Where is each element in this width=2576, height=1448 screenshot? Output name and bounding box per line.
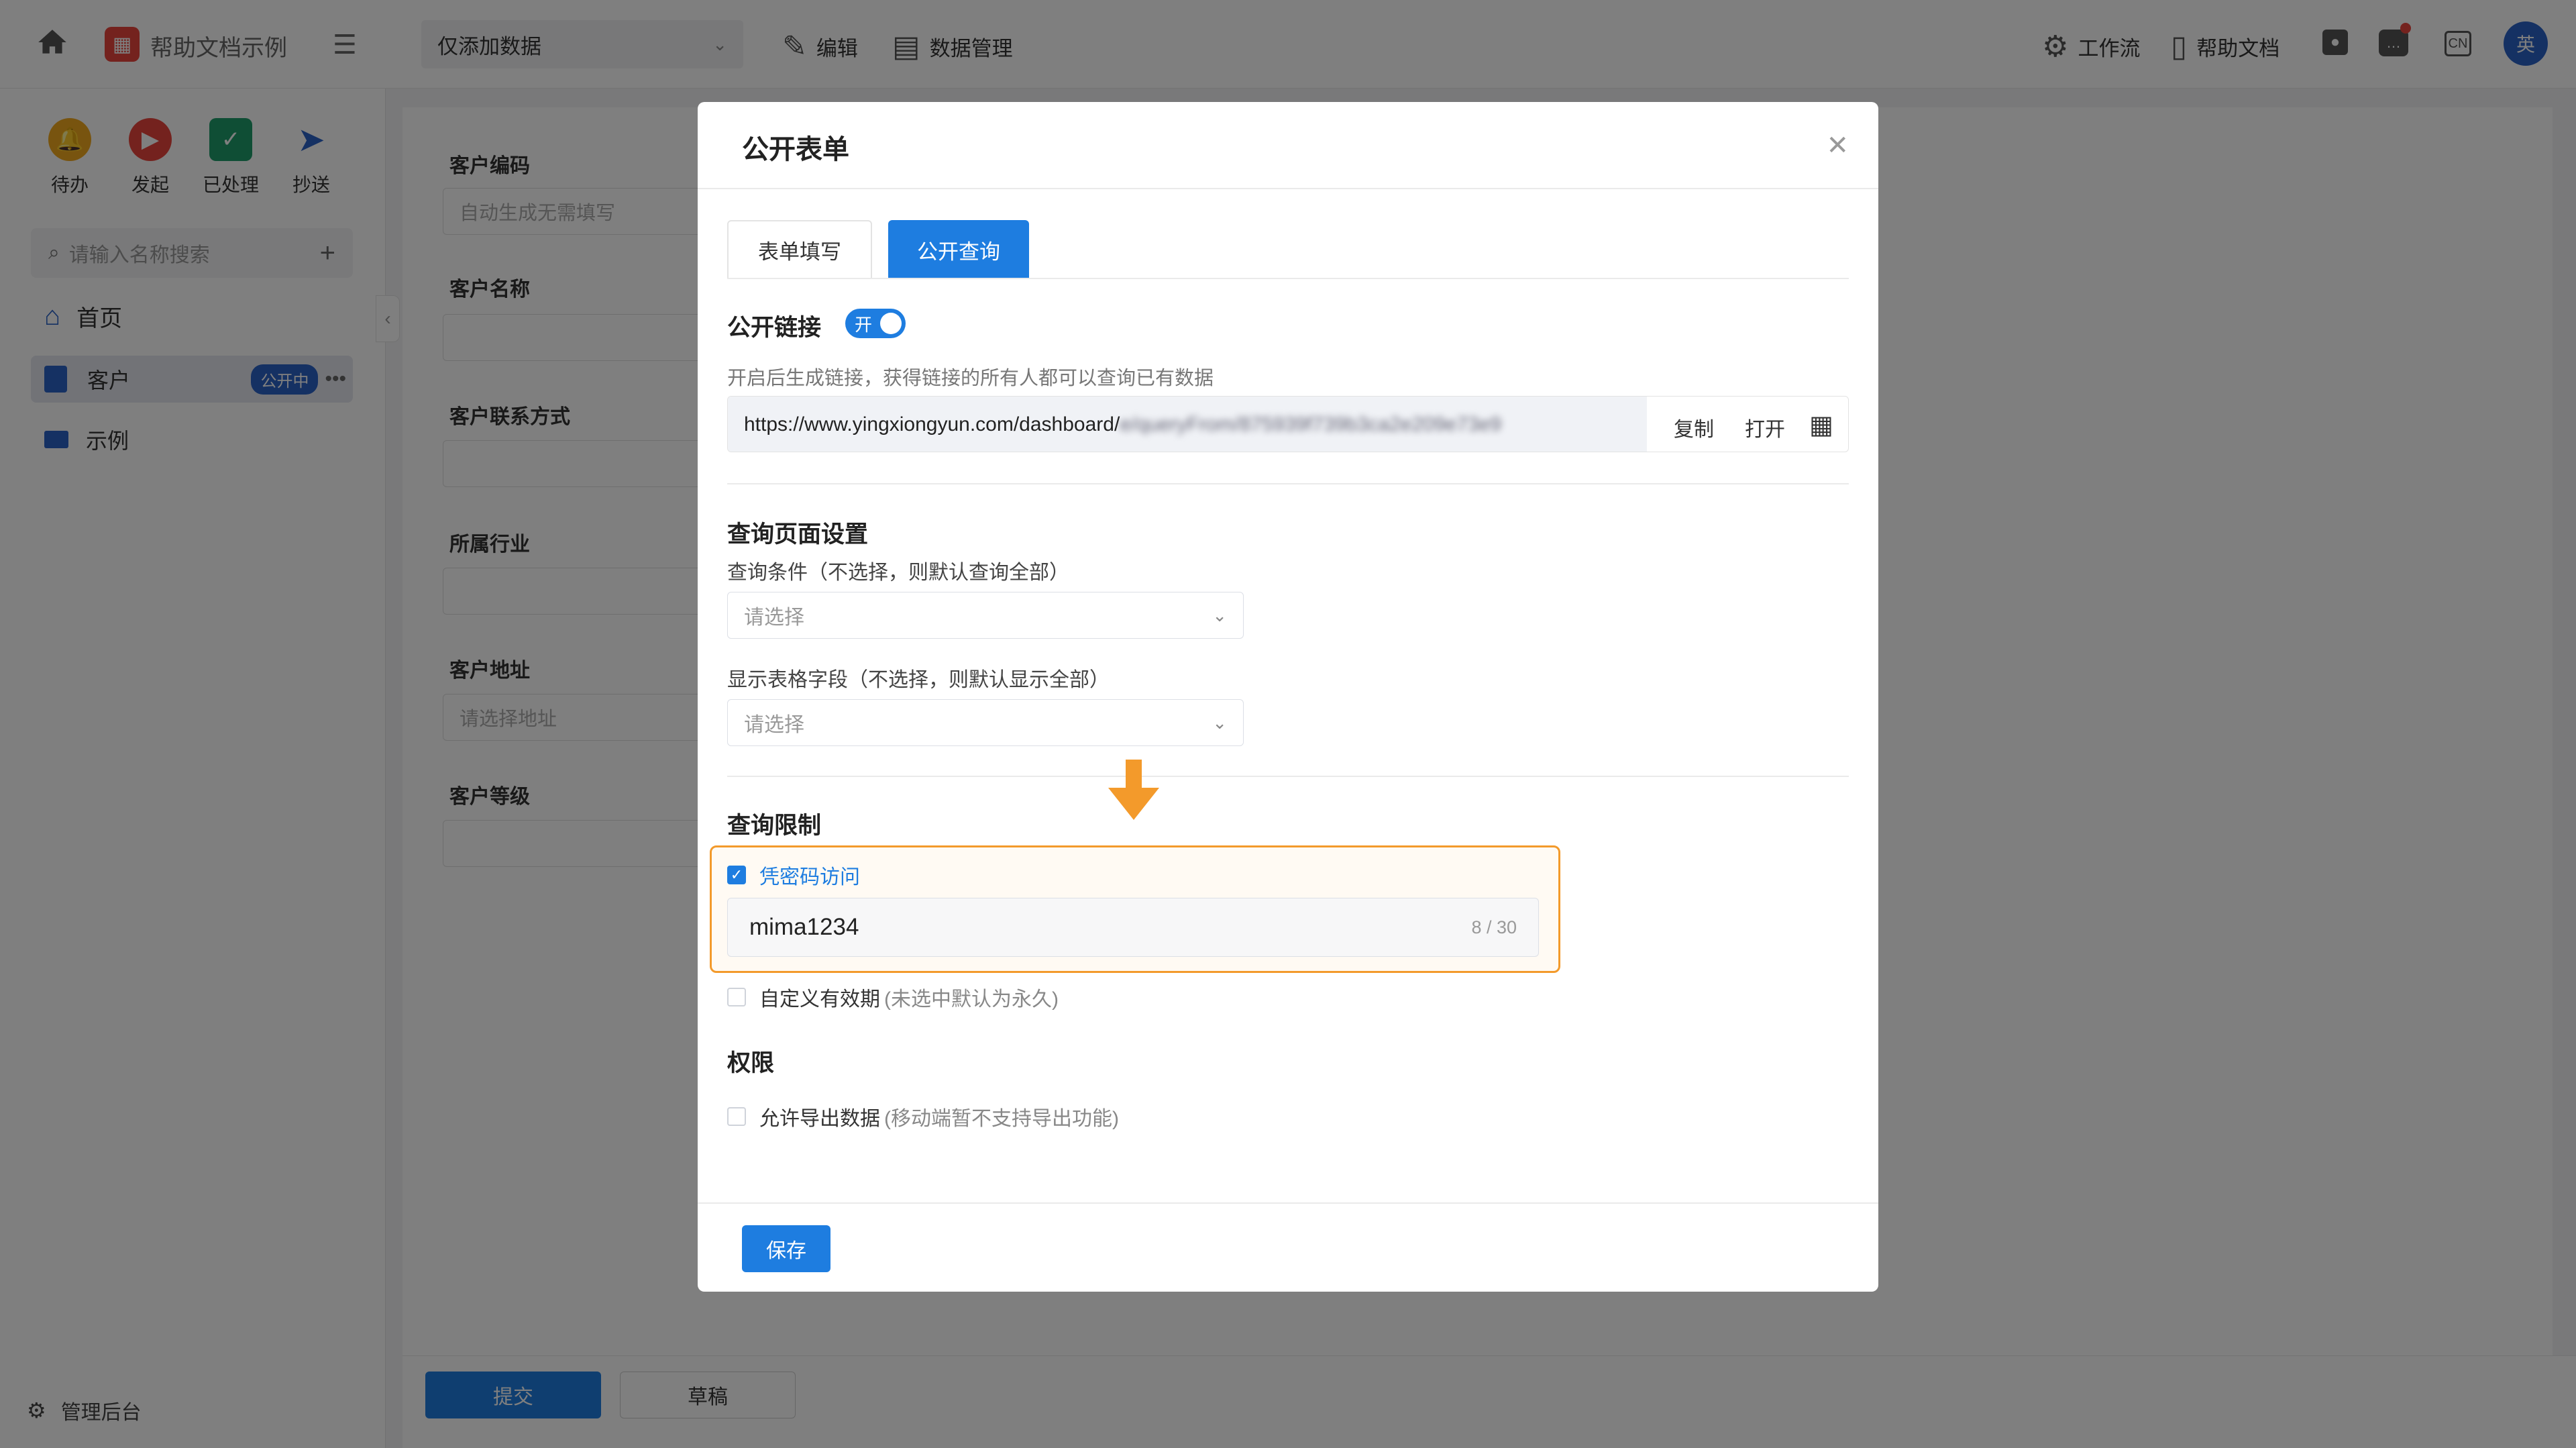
tab-public-query[interactable]: 公开查询 xyxy=(888,220,1029,279)
dialog-title: 公开表单 xyxy=(742,135,849,164)
divider xyxy=(698,188,1878,189)
chevron-down-icon: ⌄ xyxy=(1212,605,1227,625)
save-button[interactable]: 保存 xyxy=(742,1225,830,1272)
open-button[interactable]: 打开 xyxy=(1745,413,1785,442)
query-condition-select[interactable]: 请选择 ⌄ xyxy=(727,592,1244,639)
display-fields-label: 显示表格字段（不选择，则默认显示全部） xyxy=(727,669,1110,691)
chevron-down-icon: ⌄ xyxy=(1212,712,1227,733)
link-box: https://www.yingxiongyun.com/dashboard/ … xyxy=(727,396,1849,452)
checkbox-label: 自定义有效期 xyxy=(759,988,880,1011)
checkbox-checked: ✓ xyxy=(727,866,746,884)
checkbox-hint: (未选中默认为永久) xyxy=(884,988,1059,1011)
link-url-blurred: e/queryFrom/875939f739b3ca2e209e73e9 xyxy=(1120,413,1502,435)
copy-button[interactable]: 复制 xyxy=(1674,413,1714,442)
query-condition-label: 查询条件（不选择，则默认查询全部） xyxy=(727,562,1069,584)
password-input[interactable]: mima1234 8 / 30 xyxy=(727,898,1539,957)
custom-validity-checkbox[interactable]: 自定义有效期 (未选中默认为永久) xyxy=(727,982,1059,1012)
public-link-title: 公开链接 xyxy=(727,315,822,341)
permissions-title: 权限 xyxy=(727,1050,775,1076)
public-link-toggle[interactable]: 开 xyxy=(845,309,906,338)
checkbox-hint: (移动端暂不支持导出功能) xyxy=(884,1108,1119,1130)
password-access-checkbox[interactable]: ✓ 凭密码访问 xyxy=(727,860,860,890)
close-icon[interactable]: ✕ xyxy=(1826,130,1849,161)
checkbox-label: 允许导出数据 xyxy=(759,1108,880,1130)
qrcode-icon[interactable]: ▦ xyxy=(1809,410,1833,440)
link-url-text: https://www.yingxiongyun.com/dashboard/ xyxy=(744,413,1120,435)
display-fields-select[interactable]: 请选择 ⌄ xyxy=(727,699,1244,746)
arrow-down-icon xyxy=(1108,760,1159,820)
tab-form-fill[interactable]: 表单填写 xyxy=(727,220,872,279)
password-value: mima1234 xyxy=(749,914,859,940)
divider xyxy=(727,776,1849,777)
allow-export-checkbox[interactable]: 允许导出数据 (移动端暂不支持导出功能) xyxy=(727,1102,1119,1131)
divider xyxy=(698,1202,1878,1204)
toggle-knob xyxy=(880,313,902,334)
query-settings-title: 查询页面设置 xyxy=(727,521,869,548)
select-placeholder: 请选择 xyxy=(744,714,804,736)
divider xyxy=(727,483,1849,484)
public-form-dialog: 公开表单 ✕ 表单填写 公开查询 公开链接 开 开启后生成链接，获得链接的所有人… xyxy=(698,102,1878,1292)
query-limit-title: 查询限制 xyxy=(727,813,822,839)
select-placeholder: 请选择 xyxy=(744,607,804,629)
divider xyxy=(727,278,1849,279)
link-description: 开启后生成链接，获得链接的所有人都可以查询已有数据 xyxy=(727,368,1214,389)
checkbox-unchecked xyxy=(727,988,746,1006)
checkbox-unchecked xyxy=(727,1107,746,1126)
checkbox-label: 凭密码访问 xyxy=(759,866,860,888)
link-url[interactable]: https://www.yingxiongyun.com/dashboard/ … xyxy=(728,397,1647,452)
toggle-label: 开 xyxy=(855,314,873,335)
char-count: 8 / 30 xyxy=(1471,917,1517,937)
